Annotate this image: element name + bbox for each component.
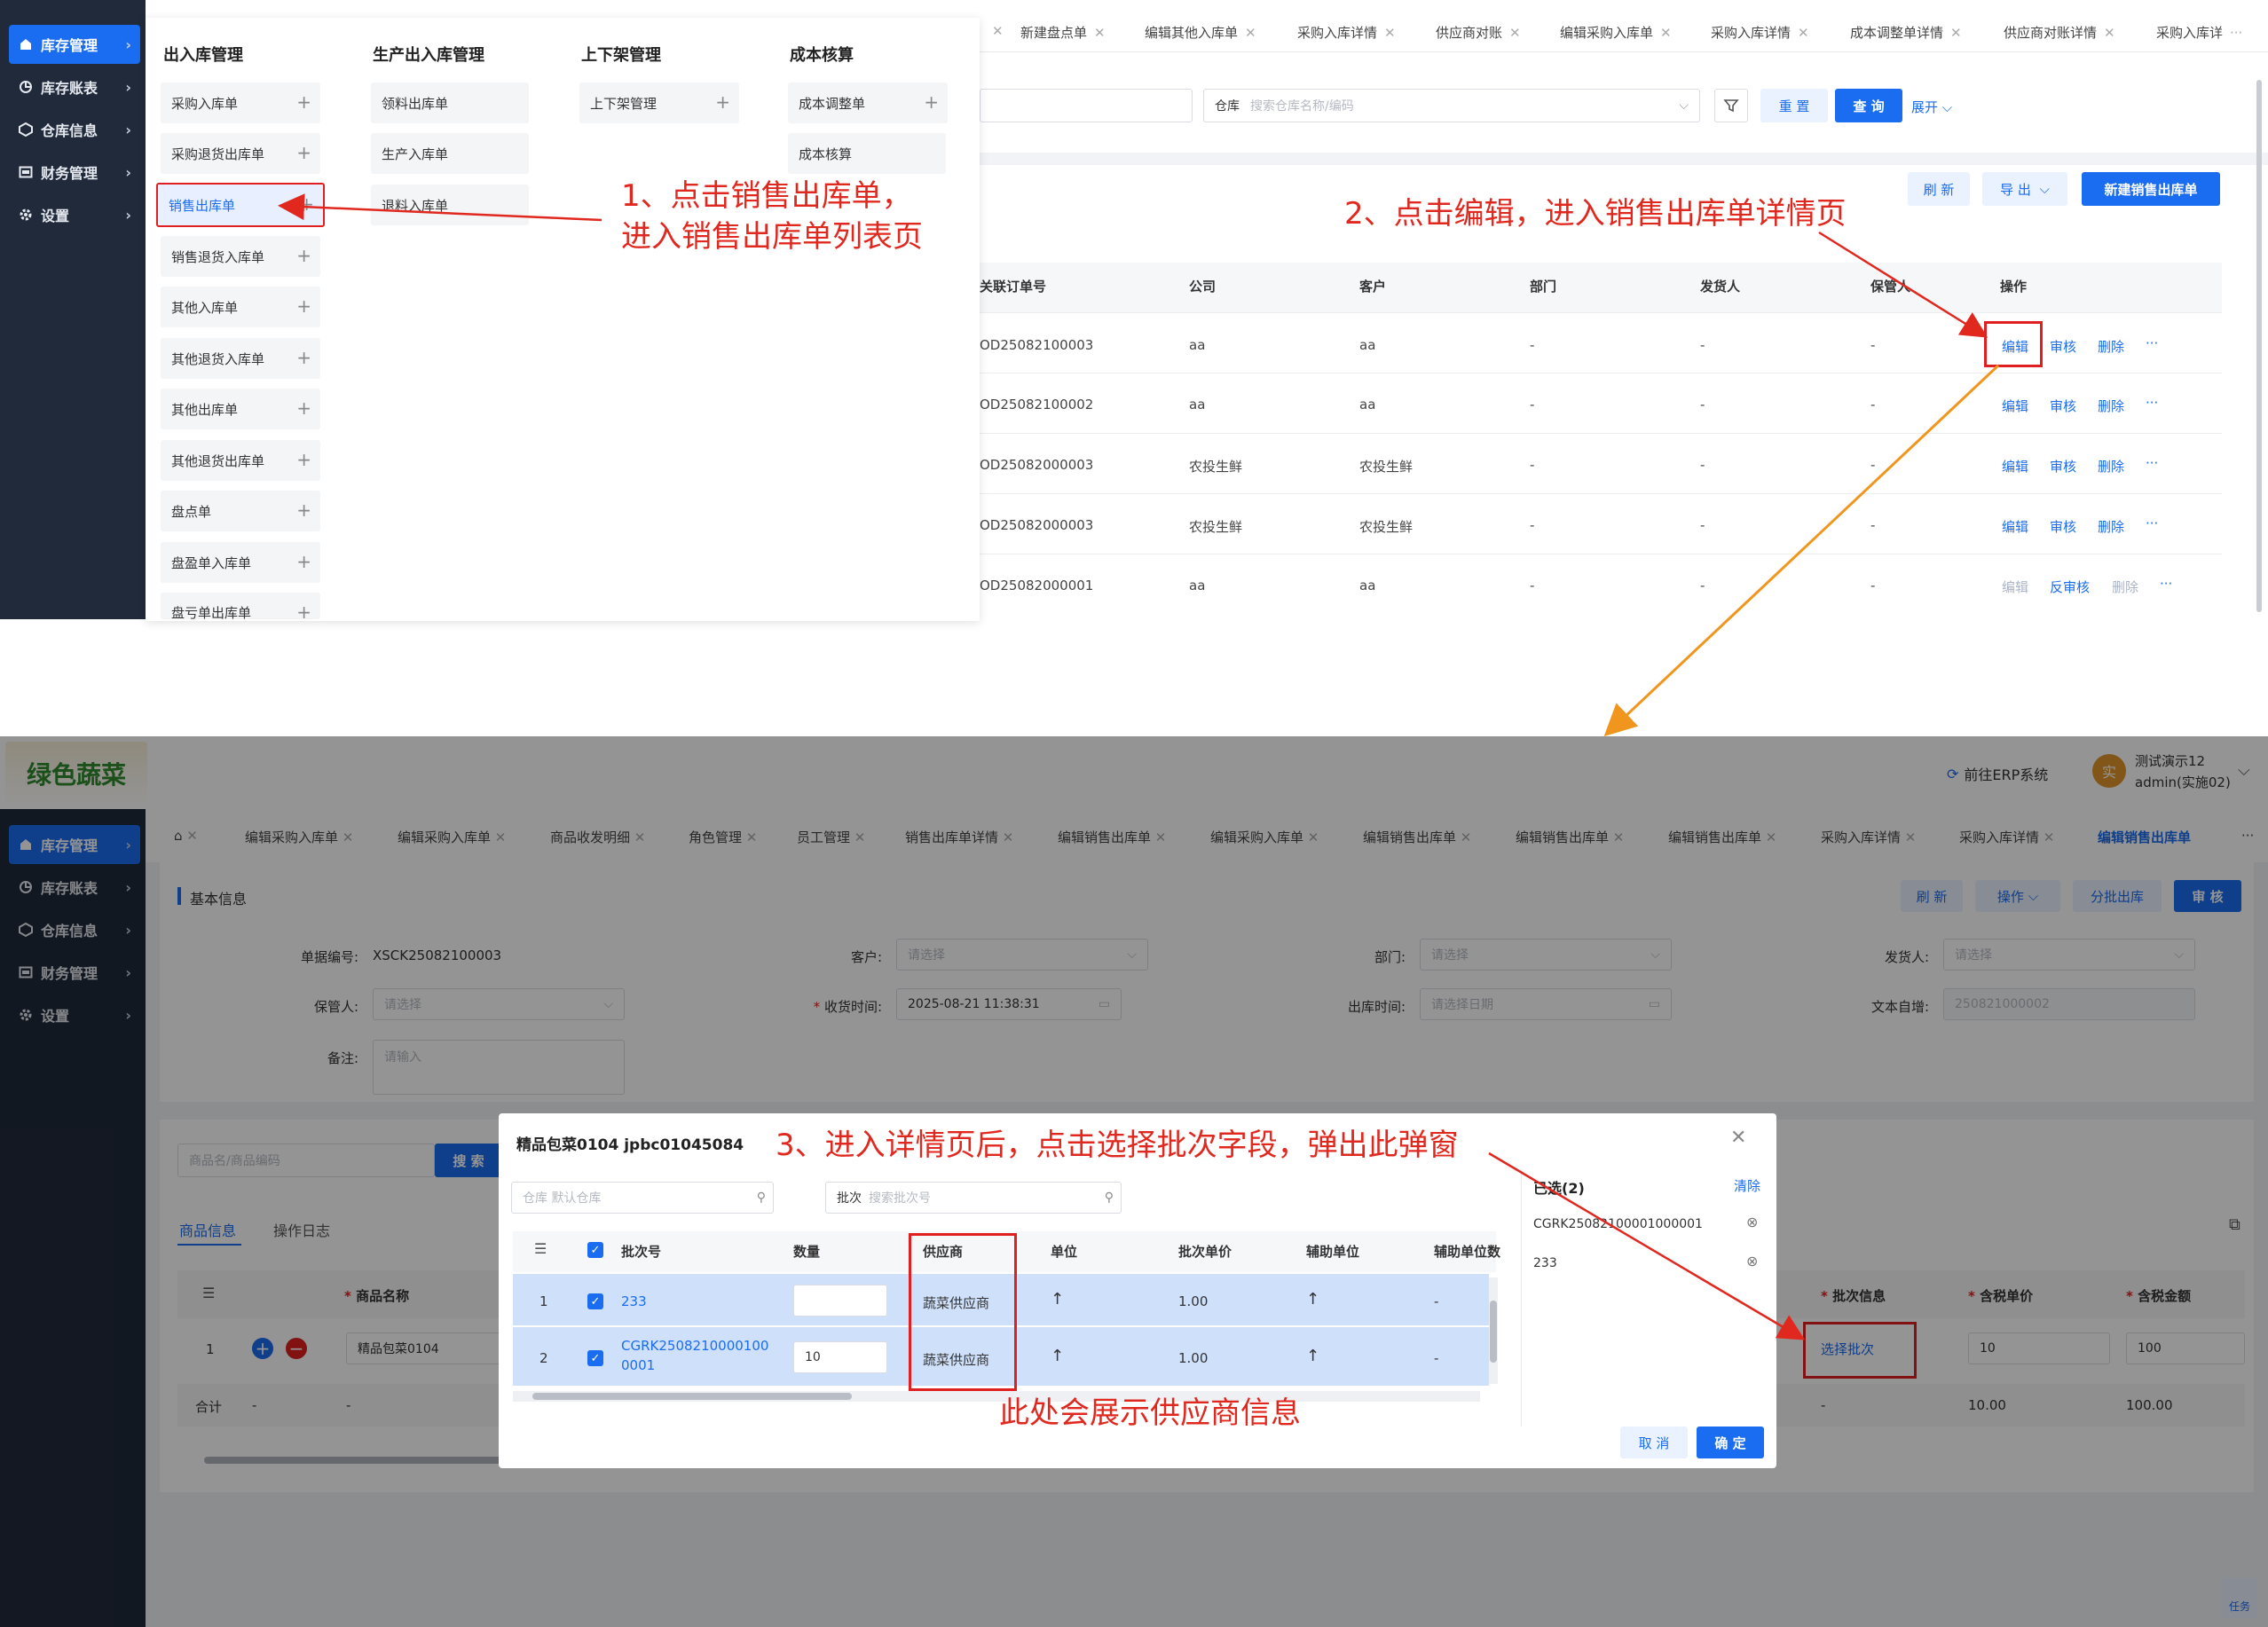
- arrow-to-edit: [1818, 231, 1988, 338]
- arrow-to-sales-out: [278, 193, 602, 222]
- arrow-to-detail: [1603, 364, 2000, 737]
- arrow-to-select-batch: [1488, 1151, 1806, 1340]
- annotation-arrows: [278, 193, 2000, 1340]
